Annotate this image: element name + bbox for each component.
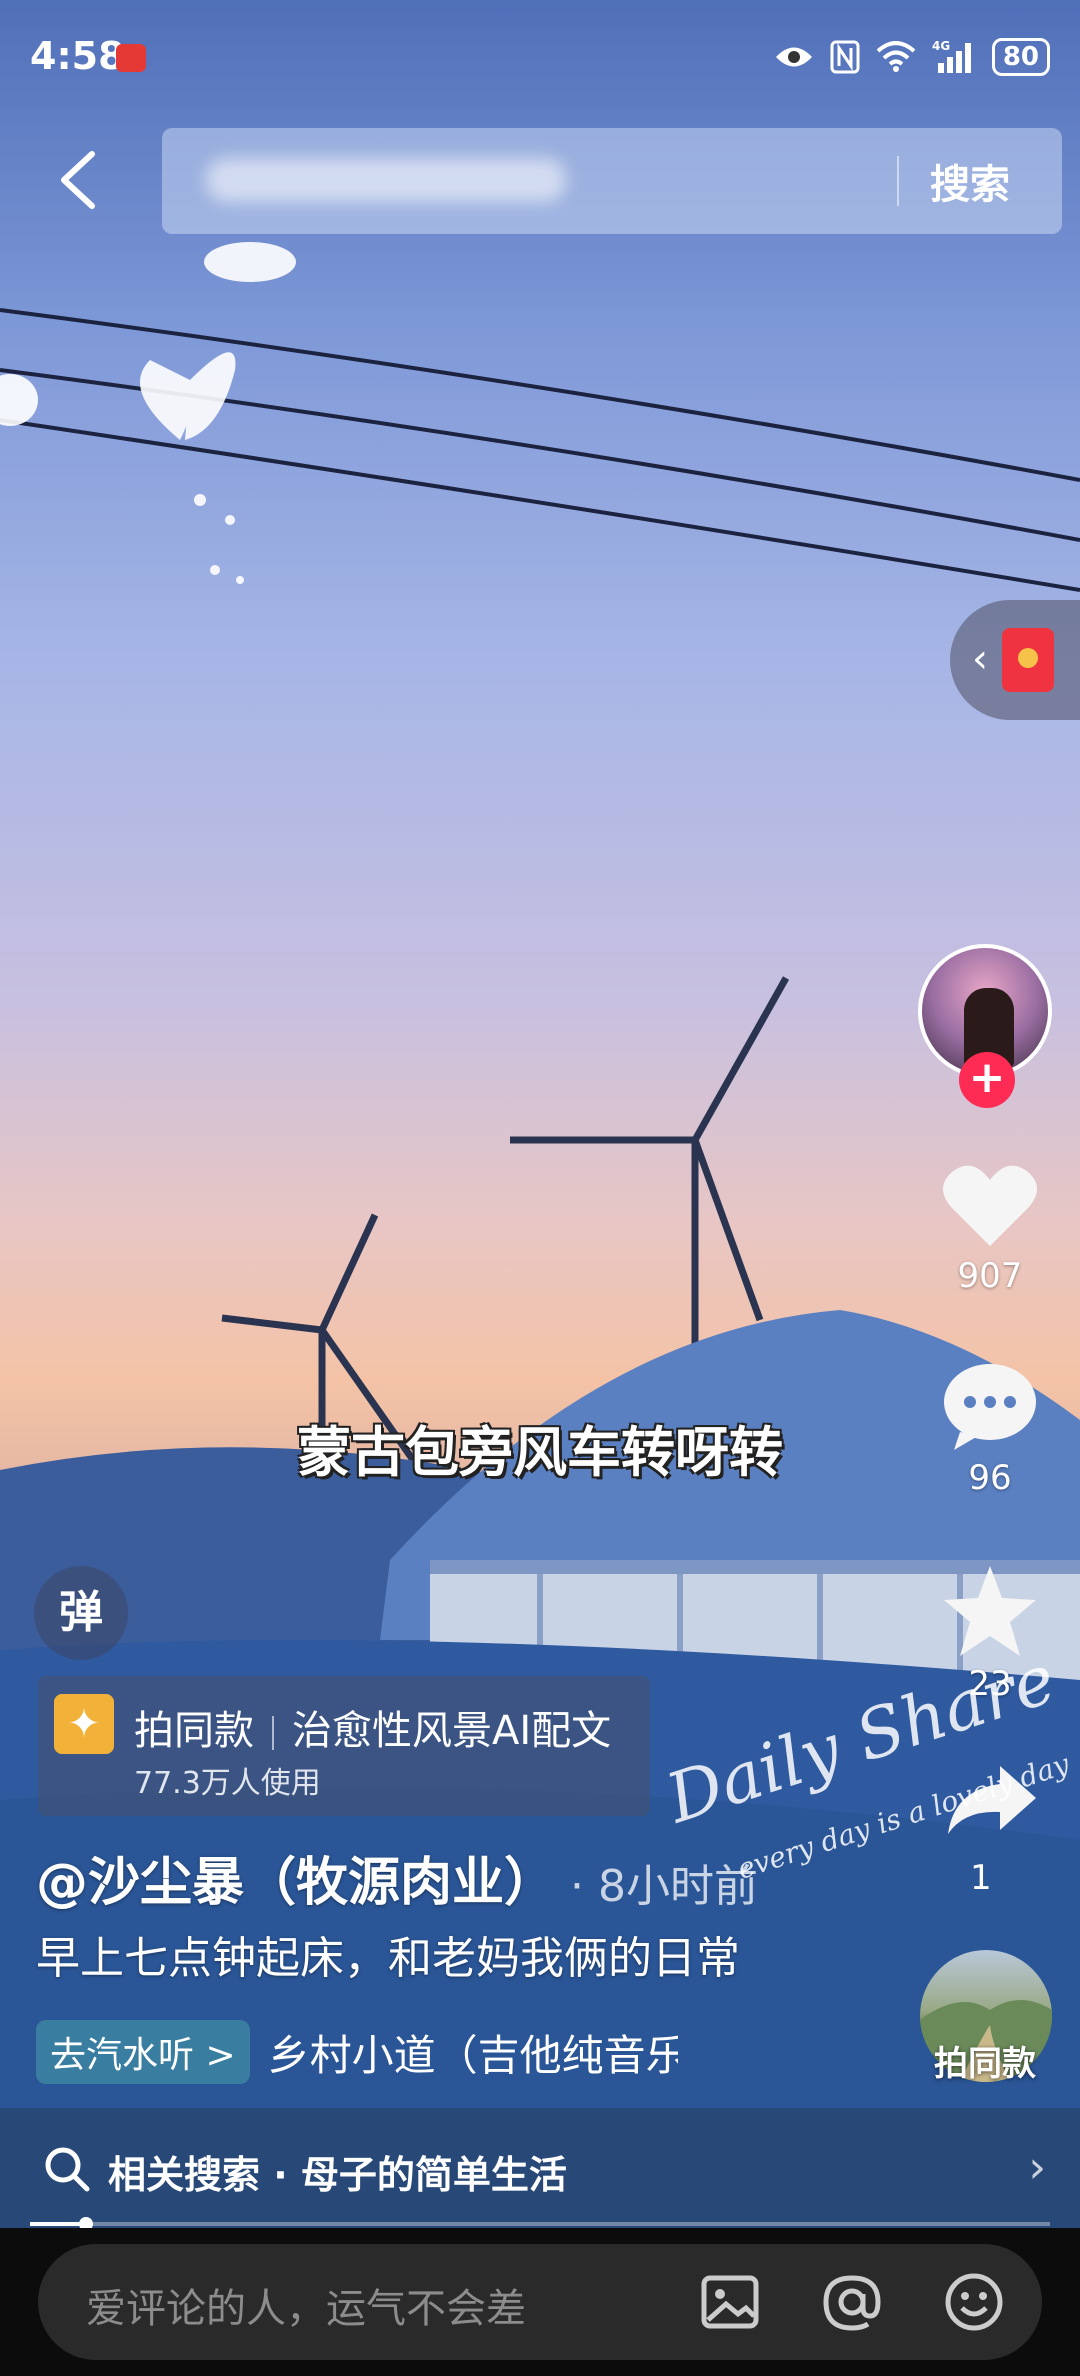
emoji-button[interactable] (942, 2270, 1006, 2334)
back-button[interactable] (52, 148, 112, 212)
sparkle-icon: ✦ (54, 1694, 114, 1754)
comment-placeholder: 爱评论的人，运气不会差 (86, 2286, 526, 2332)
related-search-text: 相关搜索 · 母子的简单生活 (108, 2153, 567, 2197)
progress-fill (30, 2222, 87, 2226)
divider (272, 1716, 274, 1750)
danmaku-toggle[interactable]: 弹 (34, 1566, 128, 1660)
status-time: 4:58 (30, 34, 125, 78)
comment-input[interactable]: 爱评论的人，运气不会差 (38, 2244, 1042, 2360)
status-bar: 4:58 4G 80 (0, 0, 1080, 118)
heart-icon (943, 1165, 1037, 1246)
image-icon (701, 2275, 759, 2329)
mention-button[interactable] (820, 2270, 884, 2334)
at-icon (823, 2275, 881, 2331)
eye-icon (774, 42, 814, 72)
status-icons: 4G 80 (774, 38, 1050, 76)
chevron-left-icon (61, 151, 95, 209)
video-caption: 蒙古包旁风车转呀转 (297, 1420, 783, 1484)
search-input[interactable]: 搜索 (162, 128, 1062, 234)
car-listen-chip[interactable]: 去汽水听 > (36, 2020, 250, 2084)
emoji-icon (945, 2273, 1003, 2331)
template-label: 拍同款 (134, 1708, 254, 1754)
search-button[interactable]: 搜索 (930, 152, 1010, 210)
chevron-right-icon: › (1028, 2142, 1046, 2193)
search-icon (45, 2147, 90, 2192)
red-envelope-icon (1002, 628, 1054, 692)
like-button[interactable]: 907 (930, 1160, 1050, 1296)
chevron-left-icon: ‹ (972, 636, 988, 682)
comment-bar: 爱评论的人，运气不会差 (0, 2228, 1080, 2376)
nfc-icon (830, 40, 860, 74)
signal-icon: 4G (932, 39, 976, 75)
post-description[interactable]: 早上七点钟起床，和老妈我俩的日常 (36, 1922, 740, 1986)
template-name: 治愈性风景AI配文 (292, 1708, 612, 1754)
wifi-icon (876, 41, 916, 73)
same-template-card[interactable]: ✦ 拍同款 治愈性风景AI配文 77.3万人使用 (38, 1676, 650, 1816)
red-packet-widget[interactable]: ‹ (950, 600, 1080, 720)
music-title[interactable]: 乡村小道（吉他纯音乐） (268, 2022, 678, 2083)
divider (897, 156, 899, 206)
post-time: · 8小时前 (570, 1861, 758, 1912)
search-placeholder-blurred (206, 158, 566, 202)
video-progress-bar[interactable] (30, 2217, 1050, 2231)
music-row[interactable]: 去汽水听 > 乡村小道（吉他纯音乐） (36, 2020, 678, 2084)
notification-icon (116, 44, 146, 72)
network-type: 4G (932, 39, 950, 53)
same-style-label[interactable]: 拍同款 (910, 2036, 1060, 2085)
follow-button[interactable]: + (959, 1052, 1015, 1108)
author-name[interactable]: @沙尘暴（牧源肉业） (36, 1840, 556, 1915)
related-search-bar[interactable]: 相关搜索 · 母子的简单生活 › (0, 2108, 1080, 2228)
template-usage: 77.3万人使用 (134, 1766, 321, 1801)
like-count: 907 (957, 1256, 1023, 1296)
battery-icon: 80 (991, 38, 1050, 76)
template-title: 拍同款 治愈性风景AI配文 (134, 1698, 611, 1756)
share-count: 1 (970, 1858, 992, 1898)
image-button[interactable] (698, 2270, 762, 2334)
